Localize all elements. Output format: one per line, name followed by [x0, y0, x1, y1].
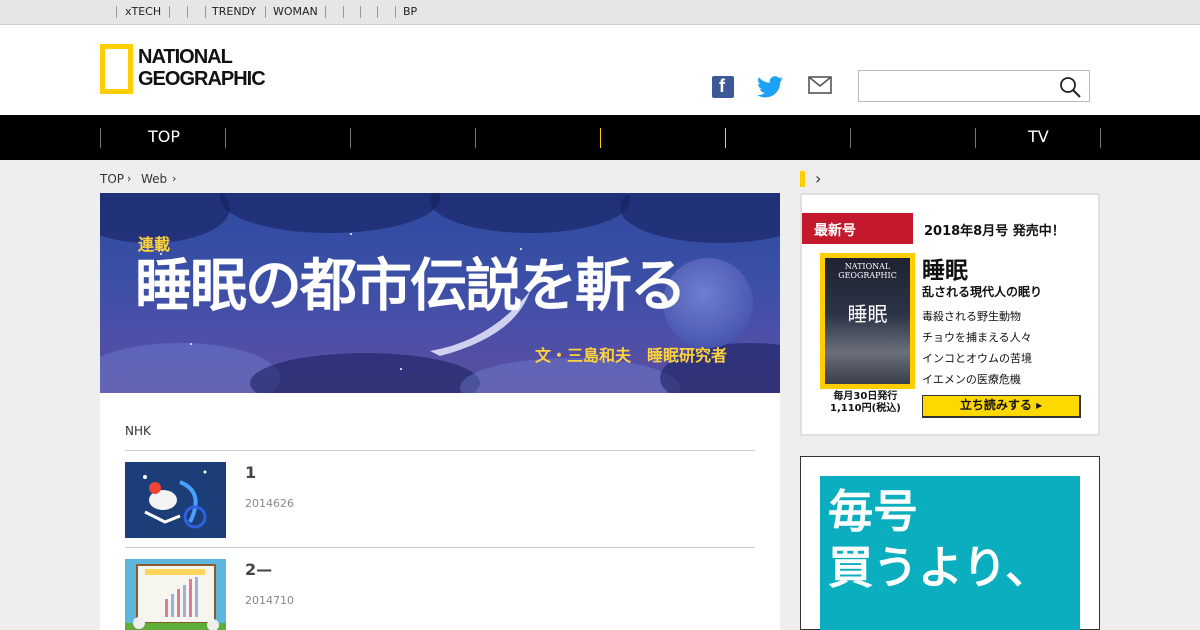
ad-line: 毎号 — [828, 485, 919, 538]
cover-title: 睡眠 — [847, 302, 888, 326]
divider — [350, 128, 351, 148]
cover-brand: NATIONAL GEOGRAPHIC — [838, 262, 897, 280]
article-date: 2014626 — [245, 497, 294, 510]
nav-item-top[interactable]: TOP — [148, 127, 180, 147]
sidebar-heading-marker — [800, 171, 805, 187]
latest-issue-badge: 最新号 — [802, 213, 913, 244]
article-thumbnail[interactable] — [125, 559, 226, 630]
ad-headline: 毎号 買うより、 — [828, 484, 1050, 596]
facebook-icon[interactable]: f — [712, 76, 734, 98]
site-logo[interactable]: NATIONAL GEOGRAPHIC — [138, 46, 266, 90]
divider — [205, 6, 206, 18]
cloud-decoration — [620, 193, 780, 243]
logo-line-geographic: GEOGRAPHIC — [138, 68, 266, 90]
article-title[interactable]: 1 — [245, 463, 256, 482]
chevron-right-icon: › — [172, 172, 177, 185]
series-banner[interactable]: 連載 睡眠の都市伝説を斬る 文・三島和夫 睡眠研究者 — [100, 193, 780, 393]
search-icon[interactable] — [1059, 76, 1081, 98]
logo-line-national: NATIONAL — [138, 46, 233, 68]
issue-price: 1,110円(税込) — [830, 403, 901, 414]
series-title: 睡眠の都市伝説を斬る — [135, 252, 687, 319]
twitter-icon[interactable] — [757, 76, 783, 102]
article-title[interactable]: 2— — [245, 560, 272, 579]
chevron-right-icon: › — [127, 172, 132, 185]
breadcrumb-web[interactable]: Web — [141, 171, 167, 187]
divider — [325, 6, 326, 18]
ad-line: 買うより、 — [828, 541, 1051, 594]
divider — [343, 6, 344, 18]
divider — [360, 6, 361, 18]
issue-frequency: 毎月30日発行 — [833, 391, 898, 402]
divider — [125, 547, 755, 548]
feature-title: 睡眠 — [922, 258, 968, 284]
cloud-decoration — [430, 193, 630, 233]
divider — [116, 6, 117, 18]
topic-item: インコとオウムの苦境 — [922, 352, 1032, 365]
topic-item: 毒殺される野生動物 — [922, 310, 1021, 323]
star-icon — [190, 343, 192, 345]
search-box — [858, 70, 1090, 102]
feature-subtitle: 乱される現代人の眠り — [922, 285, 1043, 299]
breadcrumb-top[interactable]: TOP — [100, 171, 124, 187]
latest-issue-box: 最新号 2018年8月号 発売中！ NATIONAL GEOGRAPHIC 睡眠… — [800, 193, 1100, 436]
cloud-decoration — [220, 193, 440, 233]
chevron-right-icon[interactable]: › — [815, 169, 821, 188]
nav-item-tv[interactable]: TV — [1028, 127, 1049, 147]
series-author: 文・三島和夫 睡眠研究者 — [535, 346, 728, 365]
search-input[interactable] — [859, 71, 1049, 101]
article-thumbnail[interactable] — [125, 462, 226, 538]
divider — [725, 128, 726, 148]
divider — [225, 128, 226, 148]
divider — [377, 6, 378, 18]
star-icon — [520, 248, 522, 250]
issue-date: 2018年8月号 発売中！ — [924, 224, 1065, 239]
divider — [975, 128, 976, 148]
site-header: NATIONAL GEOGRAPHIC f — [0, 25, 1200, 115]
article-date: 2014710 — [245, 594, 294, 607]
issue-price-note: 毎月30日発行 1,110円(税込) — [830, 391, 901, 415]
divider — [1100, 128, 1101, 148]
divider — [475, 128, 476, 148]
divider — [125, 450, 755, 451]
main-nav: TOP TV — [0, 115, 1200, 160]
star-icon — [350, 233, 352, 235]
topic-item: チョウを捕まえる人々 — [922, 331, 1032, 344]
magazine-cover[interactable]: NATIONAL GEOGRAPHIC 睡眠 — [820, 253, 915, 389]
topbar-link-trendy[interactable]: TRENDY — [212, 6, 256, 18]
topbar-link-bp[interactable]: BP — [403, 6, 417, 18]
logo-yellow-frame-icon[interactable] — [100, 44, 133, 94]
ad-banner[interactable]: 毎号 買うより、 — [820, 476, 1080, 630]
topbar-link-woman[interactable]: WOMAN — [273, 6, 318, 18]
subscription-ad[interactable]: 毎号 買うより、 — [800, 456, 1100, 630]
source-label: NHK — [125, 424, 151, 438]
read-preview-button[interactable]: 立ち読みする ▸ — [922, 395, 1081, 418]
article-list-panel: NHK 1 2014626 2— 2014710 — [100, 393, 780, 630]
divider — [100, 128, 101, 148]
divider — [187, 6, 188, 18]
topbar-link-xtech[interactable]: xTECH — [125, 6, 161, 18]
divider — [600, 128, 601, 148]
divider — [265, 6, 266, 18]
mail-icon[interactable] — [808, 76, 832, 98]
divider — [395, 6, 396, 18]
divider — [169, 6, 170, 18]
topic-item: イエメンの医療危機 — [922, 373, 1021, 386]
top-utility-bar: xTECH TRENDY WOMAN BP — [0, 0, 1200, 25]
divider — [850, 128, 851, 148]
star-icon — [400, 368, 402, 370]
